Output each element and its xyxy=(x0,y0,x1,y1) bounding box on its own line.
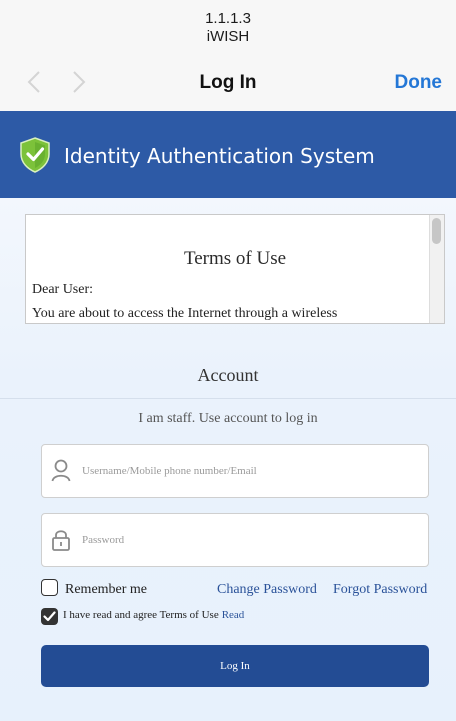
captive-portal-header: 1.1.1.3 iWISH Log In Done xyxy=(0,0,456,112)
network-address: 1.1.1.3 xyxy=(205,10,251,27)
login-page: Terms of Use Dear User: You are about to… xyxy=(0,198,456,721)
lock-icon xyxy=(52,530,70,551)
change-password-link[interactable]: Change Password xyxy=(217,582,317,598)
login-hint: I am staff. Use account to log in xyxy=(138,411,318,426)
terms-greeting: Dear User: xyxy=(32,282,94,297)
terms-title: Terms of Use xyxy=(183,248,287,269)
password-field[interactable] xyxy=(41,513,429,567)
login-button[interactable]: Log In xyxy=(41,645,429,687)
network-name: iWISH xyxy=(206,28,250,45)
account-divider xyxy=(0,398,456,399)
agree-terms-row: I have read and agree Terms of Use Read xyxy=(63,609,244,621)
user-icon xyxy=(51,459,71,482)
password-input[interactable] xyxy=(82,524,412,556)
done-button[interactable]: Done xyxy=(395,72,443,94)
terms-scrollbar-thumb[interactable] xyxy=(432,218,441,244)
forgot-password-link[interactable]: Forgot Password xyxy=(333,582,427,598)
read-terms-link[interactable]: Read xyxy=(222,609,245,621)
banner-title: Identity Authentication System xyxy=(64,144,375,168)
remember-me-label[interactable]: Remember me xyxy=(65,582,147,598)
shield-check-icon xyxy=(20,137,50,173)
account-title: Account xyxy=(197,365,259,385)
portal-banner: Identity Authentication System xyxy=(0,111,456,198)
username-input[interactable] xyxy=(82,455,412,487)
checkmark-icon xyxy=(43,611,56,622)
terms-of-use-box[interactable]: Terms of Use Dear User: You are about to… xyxy=(25,214,445,324)
nav-title: Log In xyxy=(199,72,257,93)
agree-terms-checkbox[interactable] xyxy=(41,608,58,625)
terms-scrollbar[interactable] xyxy=(429,215,444,323)
agree-terms-label: I have read and agree Terms of Use xyxy=(63,609,219,621)
remember-me-checkbox[interactable] xyxy=(41,579,58,596)
username-field[interactable] xyxy=(41,444,429,498)
terms-intro: You are about to access the Internet thr… xyxy=(32,306,338,321)
